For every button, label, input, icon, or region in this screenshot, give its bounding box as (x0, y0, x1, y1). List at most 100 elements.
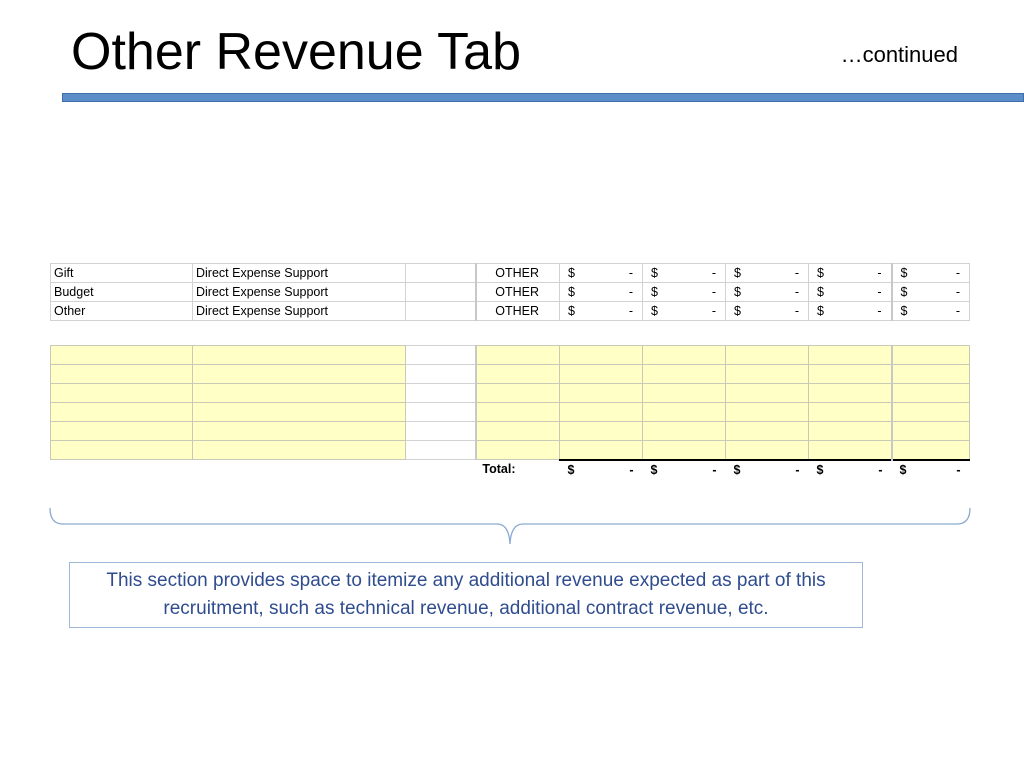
total-cell[interactable]: $ - (559, 458, 643, 479)
input-cell[interactable] (192, 383, 406, 403)
amount-cell[interactable]: $ - (890, 301, 970, 321)
amount-cell[interactable]: $ - (642, 301, 726, 321)
amount-cell[interactable]: $ - (642, 282, 726, 302)
input-cell[interactable] (192, 421, 406, 441)
input-cell[interactable] (890, 345, 970, 365)
input-cell[interactable] (808, 383, 892, 403)
input-cell[interactable] (474, 402, 560, 422)
input-cell[interactable] (474, 345, 560, 365)
input-cell[interactable] (474, 421, 560, 441)
input-cell[interactable] (559, 345, 643, 365)
total-cell[interactable]: $ - (725, 458, 809, 479)
input-cell[interactable] (559, 383, 643, 403)
total-cell[interactable]: $ - (808, 458, 892, 479)
input-cell[interactable] (405, 383, 476, 403)
amount-cell[interactable]: $ - (559, 282, 643, 302)
description-cell[interactable]: Direct Expense Support (192, 282, 406, 302)
continued-label: …continued (840, 42, 958, 67)
input-cell[interactable] (405, 440, 476, 460)
input-cell[interactable] (192, 364, 406, 384)
title-rule (62, 93, 1024, 102)
input-row (50, 440, 970, 460)
amount-cell[interactable]: $ - (890, 282, 970, 302)
input-cell[interactable] (642, 402, 726, 422)
input-cell[interactable] (50, 345, 193, 365)
input-cell[interactable] (559, 402, 643, 422)
input-cell[interactable] (890, 364, 970, 384)
total-label: Total: (482, 462, 516, 477)
amount-cell[interactable]: $ - (808, 282, 892, 302)
blank-cell[interactable] (405, 282, 476, 302)
input-cell[interactable] (192, 402, 406, 422)
input-cell[interactable] (808, 440, 892, 460)
amount-cell[interactable]: $ - (642, 263, 726, 283)
input-cell[interactable] (559, 440, 643, 460)
input-cell[interactable] (559, 421, 643, 441)
source-cell[interactable]: Other (50, 301, 193, 321)
type-cell[interactable]: OTHER (474, 282, 560, 302)
amount-cell[interactable]: $ - (559, 263, 643, 283)
input-row (50, 383, 970, 403)
type-cell[interactable]: OTHER (474, 263, 560, 283)
input-cell[interactable] (50, 364, 193, 384)
input-cell[interactable] (725, 383, 809, 403)
description-cell[interactable]: Direct Expense Support (192, 263, 406, 283)
input-cell[interactable] (559, 364, 643, 384)
input-cell[interactable] (725, 402, 809, 422)
input-cell[interactable] (50, 440, 193, 460)
amount-cell[interactable]: $ - (890, 263, 970, 283)
input-cell[interactable] (725, 421, 809, 441)
input-cell[interactable] (808, 345, 892, 365)
amount-cell[interactable]: $ - (725, 282, 809, 302)
blank-cell[interactable] (405, 263, 476, 283)
input-cell[interactable] (808, 402, 892, 422)
input-cell[interactable] (405, 421, 476, 441)
total-cell[interactable]: $ - (642, 458, 726, 479)
slide-title: Other Revenue Tab (71, 23, 521, 81)
amount-cell[interactable]: $ - (808, 301, 892, 321)
input-cell[interactable] (725, 345, 809, 365)
amount-cell[interactable]: $ - (808, 263, 892, 283)
source-cell[interactable]: Budget (50, 282, 193, 302)
total-cell[interactable]: $ - (891, 458, 970, 479)
input-cell[interactable] (642, 364, 726, 384)
amount-cell[interactable]: $ - (725, 301, 809, 321)
input-cell[interactable] (890, 421, 970, 441)
input-cell[interactable] (50, 383, 193, 403)
input-cell[interactable] (474, 364, 560, 384)
blank-cell[interactable] (405, 301, 476, 321)
source-cell[interactable]: Gift (50, 263, 193, 283)
input-cell[interactable] (405, 364, 476, 384)
input-cell[interactable] (474, 383, 560, 403)
input-row (50, 364, 970, 384)
input-cell[interactable] (890, 440, 970, 460)
amount-cell[interactable]: $ - (559, 301, 643, 321)
input-cell[interactable] (50, 421, 193, 441)
section-brace (49, 507, 971, 545)
amount-cell[interactable]: $ - (725, 263, 809, 283)
input-cell[interactable] (808, 421, 892, 441)
input-cell[interactable] (808, 364, 892, 384)
input-cell[interactable] (725, 364, 809, 384)
table-row: Gift Direct Expense Support OTHER $ - $ - $ - $ - $… (50, 263, 970, 283)
input-cell[interactable] (725, 440, 809, 460)
input-cell[interactable] (474, 440, 560, 460)
type-cell[interactable]: OTHER (474, 301, 560, 321)
input-cell[interactable] (405, 345, 476, 365)
input-cell[interactable] (50, 402, 193, 422)
input-cell[interactable] (642, 421, 726, 441)
input-cell[interactable] (192, 345, 406, 365)
input-cell[interactable] (890, 402, 970, 422)
itemize-input-table: Total: $ - $ - $ - $ - $ - (50, 345, 970, 479)
input-cell[interactable] (192, 440, 406, 460)
input-cell[interactable] (642, 383, 726, 403)
note-text: This section provides space to itemize a… (106, 570, 826, 619)
note-callout: This section provides space to itemize a… (69, 562, 863, 628)
input-cell[interactable] (405, 402, 476, 422)
input-row (50, 421, 970, 441)
input-cell[interactable] (642, 345, 726, 365)
input-cell[interactable] (890, 383, 970, 403)
input-cell[interactable] (642, 440, 726, 460)
description-cell[interactable]: Direct Expense Support (192, 301, 406, 321)
total-row: Total: $ - $ - $ - $ - $ - (51, 458, 970, 479)
